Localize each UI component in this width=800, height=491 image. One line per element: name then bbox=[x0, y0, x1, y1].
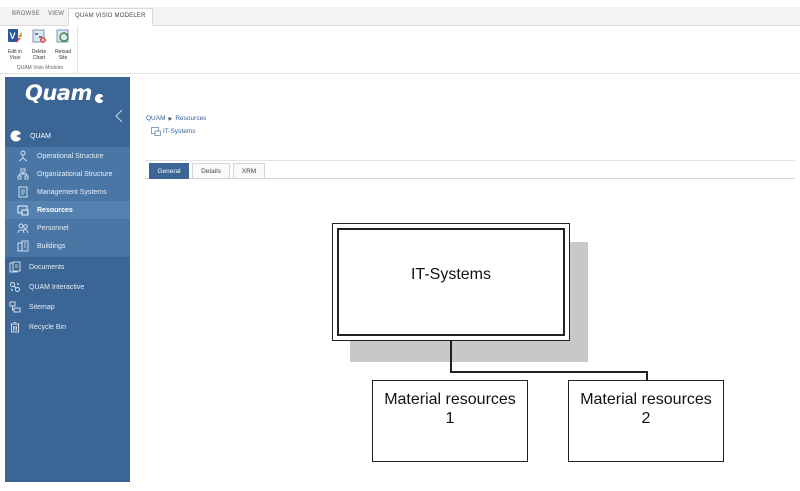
child-node-material-resources-1[interactable]: Material resources 1 bbox=[372, 380, 528, 462]
child-node-label: Material resources bbox=[580, 391, 712, 408]
nav-item-documents-label: Documents bbox=[29, 263, 65, 271]
ribbon-tab-view[interactable]: VIEW bbox=[48, 11, 64, 17]
svg-text:V: V bbox=[10, 31, 16, 41]
breadcrumb-current-link[interactable]: Resources bbox=[175, 115, 206, 122]
recycle-bin-icon bbox=[10, 322, 20, 333]
sitemap-icon bbox=[9, 301, 21, 313]
organizational-structure-icon bbox=[17, 168, 29, 180]
ribbon-tab-quam-visio-modeler[interactable]: QUAM VISIO MODELER bbox=[68, 8, 153, 26]
documents-icon bbox=[9, 261, 21, 273]
tab-xrm[interactable]: XRM bbox=[233, 163, 265, 179]
page-title: IT-Systems bbox=[151, 127, 196, 136]
reload-site-label-2: Site bbox=[58, 54, 68, 61]
visio-icon: V bbox=[8, 29, 22, 43]
left-navigation: Quam QUAM Operational Structure Organiza… bbox=[5, 77, 130, 482]
quam-logo-mark-icon bbox=[94, 93, 105, 104]
breadcrumb-separator-icon: ▶ bbox=[168, 116, 173, 122]
nav-item-resources[interactable]: Resources bbox=[5, 201, 130, 219]
page-title-label[interactable]: IT-Systems bbox=[163, 128, 196, 135]
delete-chart-button[interactable]: Delete Chart bbox=[29, 28, 49, 61]
nav-item-documents[interactable]: Documents bbox=[5, 258, 130, 276]
nav-item-personnel[interactable]: Personnel bbox=[5, 219, 130, 237]
reload-site-button[interactable]: Reload Site bbox=[53, 28, 73, 61]
resources-icon bbox=[17, 205, 29, 216]
nav-item-management-systems[interactable]: Management Systems bbox=[5, 183, 130, 201]
nav-item-operational-structure-label: Operational Structure bbox=[37, 152, 104, 160]
nav-item-management-systems-label: Management Systems bbox=[37, 188, 107, 196]
breadcrumb: QUAM ▶ Resources bbox=[146, 115, 206, 122]
nav-item-sitemap-label: Sitemap bbox=[29, 303, 55, 311]
ribbon-group-visio-modeler: V Edit inVisio DeleteChart ReloadSite bbox=[2, 26, 78, 74]
resources-icon bbox=[151, 127, 161, 136]
nav-item-quam[interactable]: QUAM bbox=[5, 127, 130, 145]
delete-chart-label-2: Chart bbox=[32, 54, 46, 61]
nav-item-quam-label: QUAM bbox=[30, 132, 51, 140]
delete-chart-icon bbox=[32, 29, 46, 43]
tab-general[interactable]: General bbox=[149, 163, 189, 179]
root-node-label: IT-Systems bbox=[410, 266, 491, 283]
nav-item-quam-interactive[interactable]: QUAM Interactive bbox=[5, 278, 130, 296]
nav-item-quam-interactive-label: QUAM Interactive bbox=[29, 283, 85, 291]
nav-item-buildings-label: Buildings bbox=[37, 242, 66, 250]
logo-area: Quam bbox=[5, 77, 130, 125]
ribbon-tab-bar: BROWSE VIEW QUAM VISIO MODELER bbox=[0, 7, 800, 26]
ribbon-group-label: QUAM Visio Modeler bbox=[16, 65, 64, 71]
connector-line bbox=[450, 371, 648, 373]
personnel-icon bbox=[17, 223, 29, 234]
nav-item-organizational-structure-label: Organizational Structure bbox=[37, 170, 113, 178]
nav-item-buildings[interactable]: Buildings bbox=[5, 237, 130, 255]
quam-interactive-icon bbox=[10, 282, 20, 292]
nav-item-recycle-bin[interactable]: Recycle Bin bbox=[5, 318, 130, 336]
edit-in-visio-button[interactable]: V Edit in Visio bbox=[5, 28, 25, 61]
edit-in-visio-label-2: Visio bbox=[9, 54, 21, 61]
nav-item-organizational-structure[interactable]: Organizational Structure bbox=[5, 165, 130, 183]
collapse-nav-icon[interactable] bbox=[115, 109, 123, 123]
reload-site-icon bbox=[56, 29, 69, 43]
root-node[interactable]: IT-Systems bbox=[332, 223, 570, 341]
connector-line bbox=[450, 341, 452, 372]
breadcrumb-root-link[interactable]: QUAM bbox=[146, 115, 166, 122]
root-node-inner-border: IT-Systems bbox=[337, 228, 565, 336]
content-tab-bar: General Details XRM bbox=[145, 160, 795, 179]
nav-item-resources-label: Resources bbox=[37, 206, 73, 214]
nav-item-sitemap[interactable]: Sitemap bbox=[5, 298, 130, 316]
child-node-label: Material resources bbox=[384, 391, 516, 408]
nav-item-personnel-label: Personnel bbox=[37, 224, 69, 232]
quam-logo: Quam bbox=[25, 81, 92, 105]
buildings-icon bbox=[17, 240, 29, 252]
org-chart-diagram: IT-Systems Material resources 1 Material… bbox=[330, 220, 730, 470]
ribbon-body: V Edit inVisio DeleteChart ReloadSite bbox=[0, 26, 800, 74]
tab-details[interactable]: Details bbox=[192, 163, 230, 179]
child-node-material-resources-2[interactable]: Material resources 2 bbox=[568, 380, 724, 462]
management-systems-icon bbox=[18, 186, 28, 198]
ribbon-tab-browse[interactable]: BROWSE bbox=[12, 11, 40, 17]
nav-sub-block: Operational Structure Organizational Str… bbox=[5, 147, 130, 257]
nav-item-operational-structure[interactable]: Operational Structure bbox=[5, 147, 130, 165]
quam-icon bbox=[10, 130, 22, 142]
nav-item-recycle-bin-label: Recycle Bin bbox=[29, 323, 66, 331]
child-node-number: 1 bbox=[445, 410, 455, 427]
child-node-number: 2 bbox=[641, 410, 651, 427]
operational-structure-icon bbox=[18, 150, 28, 162]
